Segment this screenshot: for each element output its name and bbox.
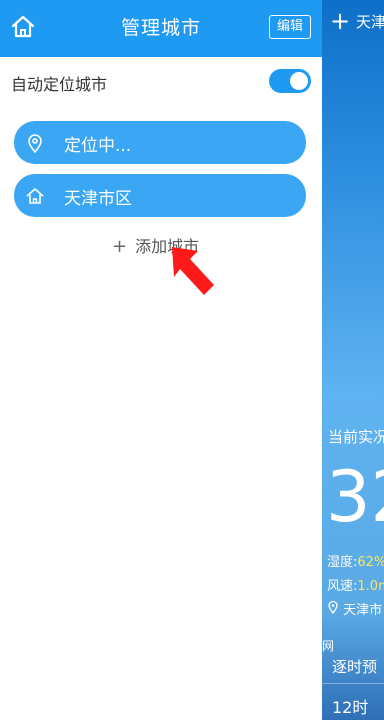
wind-value: 1.0m [357, 579, 384, 594]
city-item-label: 天津市区 [64, 189, 132, 209]
background-weather-view: + 天津 当前实况 32 湿度:62% 风速:1.0m 天津市 网 逐时预 12… [322, 0, 384, 720]
temperature-value: 32 [326, 456, 384, 538]
wind-readout: 风速:1.0m [327, 575, 384, 594]
location-text: 天津市 [343, 603, 383, 618]
red-arrow-annotation [172, 247, 214, 295]
home-icon [26, 188, 44, 204]
humidity-value: 62% [357, 555, 384, 570]
hour-label: 12时 [332, 698, 369, 717]
auto-locate-label: 自动定位城市 [11, 75, 108, 94]
divider [322, 683, 384, 684]
plus-icon: + [112, 236, 128, 257]
toggle-knob [290, 72, 308, 90]
watermark-text: 网 [322, 639, 335, 653]
location-pin-icon [328, 600, 338, 614]
current-conditions-label: 当前实况 [328, 428, 384, 446]
city-item-tianjin[interactable]: 天津市区 [14, 174, 306, 217]
location-pin-icon [28, 134, 42, 154]
humidity-label: 湿度: [327, 555, 358, 570]
background-city-name: 天津 [356, 13, 384, 31]
city-manager-drawer: 管理城市 编辑 自动定位城市 定位中... 天津市区 + 添加城市 [0, 0, 322, 720]
hourly-forecast-label: 逐时预 [332, 658, 378, 676]
top-bar: 管理城市 编辑 [0, 0, 322, 57]
location-readout: 天津市 [327, 599, 382, 618]
auto-locate-toggle[interactable] [269, 69, 311, 93]
wind-label: 风速: [327, 579, 358, 594]
city-item-locating[interactable]: 定位中... [14, 121, 306, 164]
city-item-label: 定位中... [64, 136, 132, 156]
add-icon: + [330, 7, 351, 35]
humidity-readout: 湿度:62% [327, 551, 384, 570]
edit-button[interactable]: 编辑 [269, 15, 311, 39]
